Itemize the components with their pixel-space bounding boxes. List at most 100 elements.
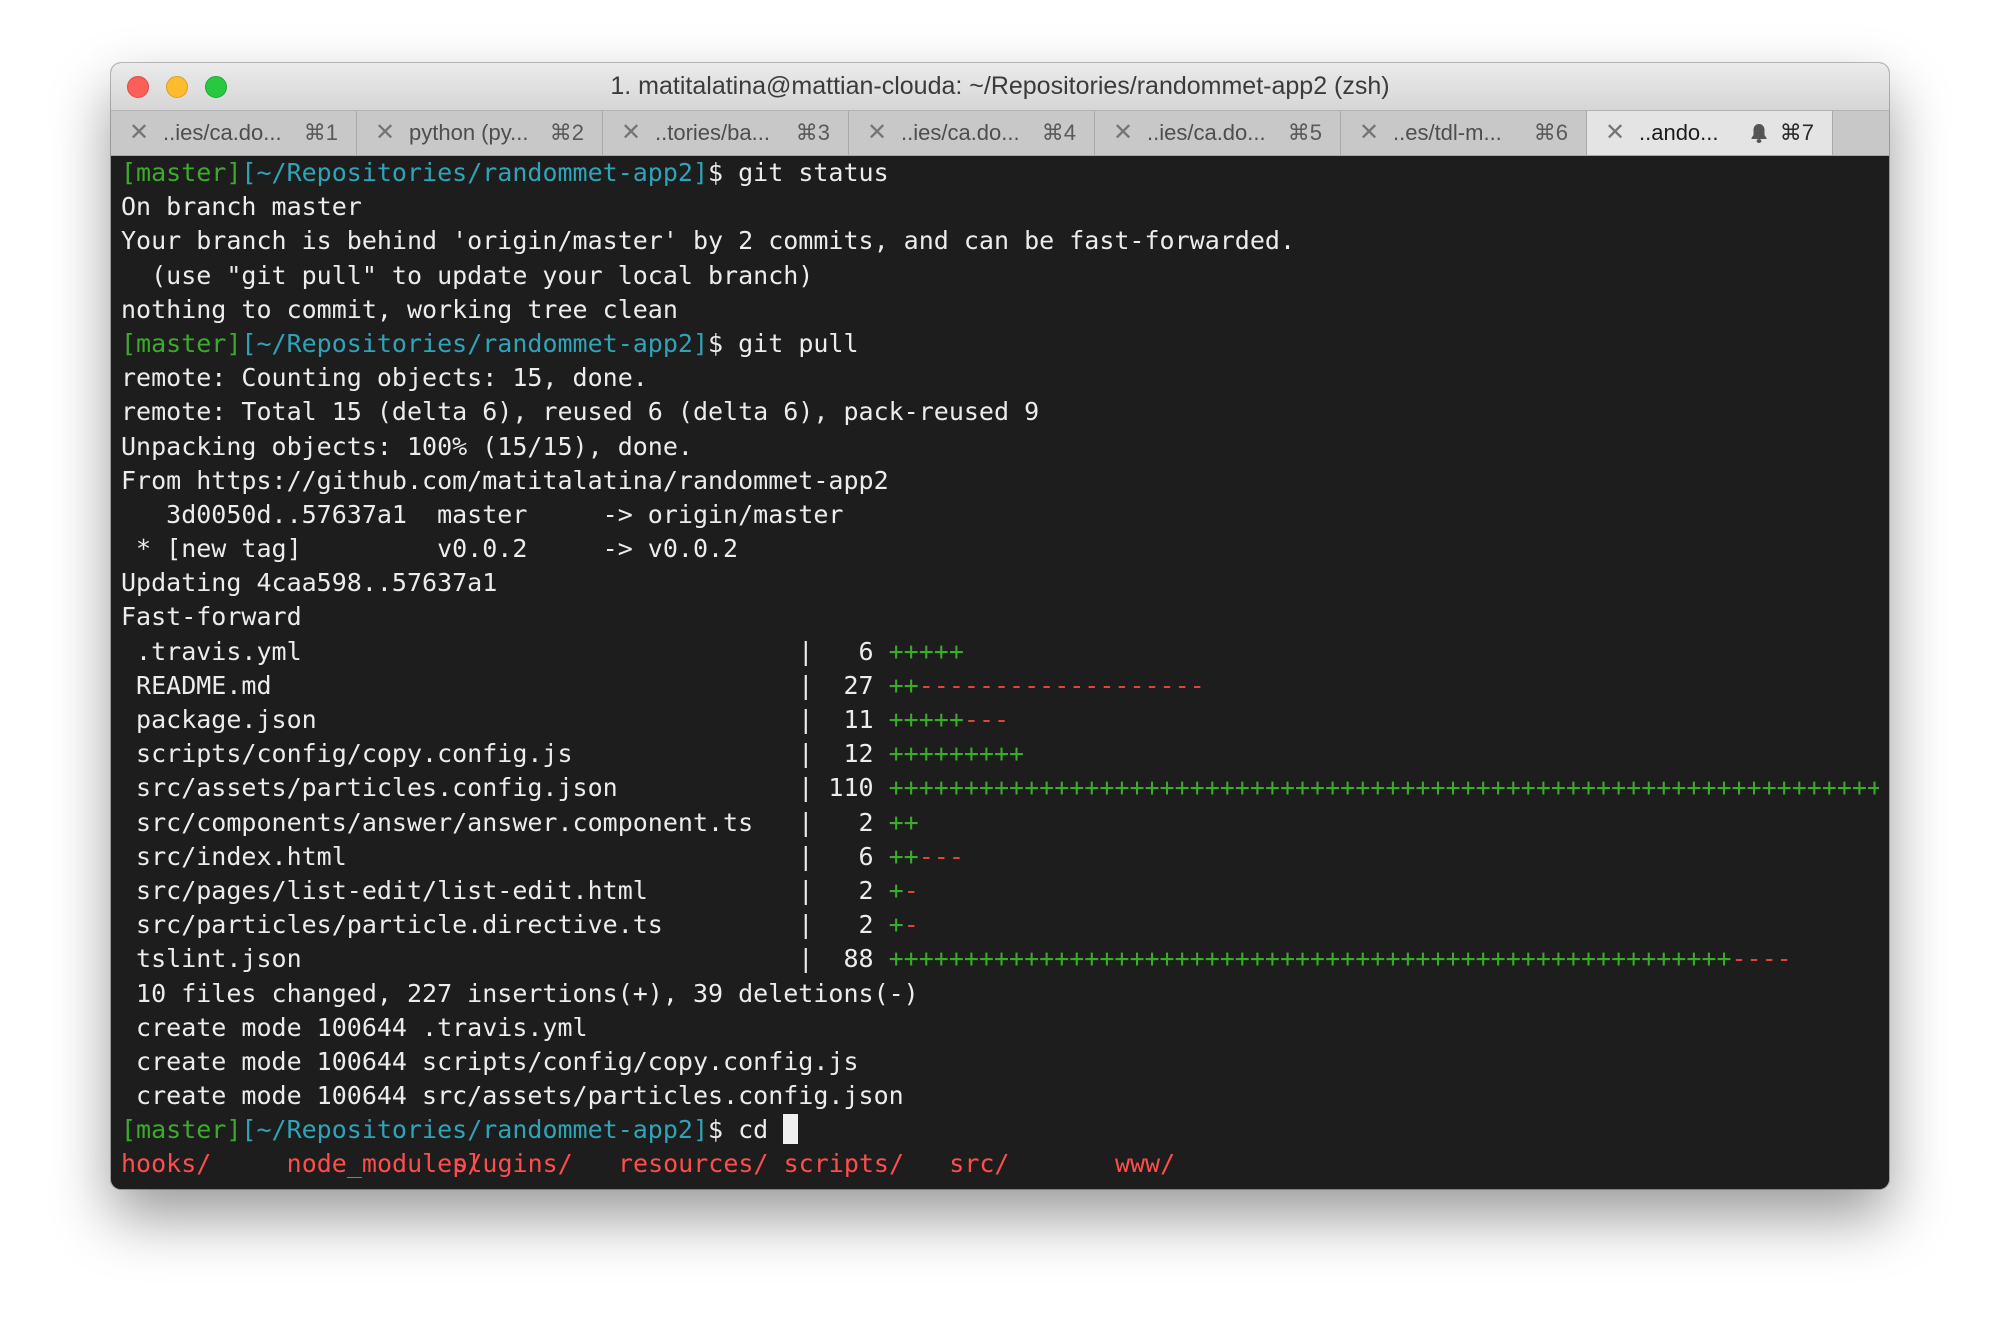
- diffstat-insertions: ++: [888, 841, 919, 871]
- window-title: 1. matitalatina@mattian-clouda: ~/Reposi…: [610, 72, 1390, 100]
- diffstat-row: src/particles/particle.directive.ts | 2 …: [121, 908, 1879, 942]
- diffstat-row: src/pages/list-edit/list-edit.html | 2 +…: [121, 874, 1879, 908]
- close-icon[interactable]: ✕: [1113, 111, 1133, 155]
- tab-6[interactable]: ✕ ..es/tdl-m... ⌘6: [1341, 111, 1587, 155]
- tab-1[interactable]: ✕ ..ies/ca.do... ⌘1: [111, 111, 357, 155]
- tab-shortcut: ⌘5: [1287, 120, 1322, 145]
- diffstat-file: src/particles/particle.directive.ts | 2: [121, 910, 889, 940]
- tab-shortcut: ⌘1: [303, 120, 338, 145]
- tab-3[interactable]: ✕ ..tories/ba... ⌘3: [603, 111, 849, 155]
- close-icon[interactable]: ✕: [1605, 111, 1625, 155]
- prompt-symbol: $: [708, 328, 724, 358]
- diffstat-insertions: +++++: [888, 636, 964, 666]
- summary-line: create mode 100644 .travis.yml: [121, 1012, 588, 1042]
- terminal-output[interactable]: [master][~/Repositories/randommet-app2]$…: [111, 156, 1889, 1189]
- output-line: From https://github.com/matitalatina/ran…: [121, 465, 889, 495]
- completion-dir[interactable]: resources/: [618, 1147, 784, 1181]
- tab-5[interactable]: ✕ ..ies/ca.do... ⌘5: [1095, 111, 1341, 155]
- diffstat-row: src/assets/particles.config.json | 110 +…: [121, 771, 1879, 805]
- close-icon[interactable]: ✕: [375, 111, 395, 155]
- diffstat-deletions: ----: [1731, 944, 1792, 974]
- diffstat-row: tslint.json | 88 +++++++++++++++++++++++…: [121, 942, 1879, 976]
- diffstat-file: scripts/config/copy.config.js | 12: [121, 739, 889, 769]
- diffstat-file: src/components/answer/answer.component.t…: [121, 807, 889, 837]
- prompt-symbol: $: [708, 1115, 724, 1145]
- summary-line: 10 files changed, 227 insertions(+), 39 …: [121, 978, 919, 1008]
- prompt-branch: [master]: [121, 158, 242, 187]
- prompt-line: [master][~/Repositories/randommet-app2]$…: [121, 156, 1879, 190]
- command-text: git status: [723, 158, 889, 187]
- tab-label: ..ies/ca.do...: [901, 120, 1020, 145]
- diffstat-deletions: ---: [963, 705, 1010, 734]
- output-line: Unpacking objects: 100% (15/15), done.: [121, 431, 693, 461]
- output-line: 3d0050d..57637a1 master -> origin/master: [121, 499, 844, 529]
- diffstat-insertions: +++++: [888, 705, 964, 734]
- diffstat-insertions: ++++++++++++++++++++++++++++++++++++++++…: [888, 944, 1732, 974]
- diffstat-row: src/index.html | 6 ++---: [121, 840, 1879, 874]
- diffstat-insertions: +: [888, 875, 904, 905]
- diffstat-row: src/components/answer/answer.component.t…: [121, 806, 1879, 840]
- prompt-path: [~/Repositories/randommet-app2]: [241, 158, 709, 187]
- tab-label: ..es/tdl-m...: [1393, 120, 1502, 145]
- diffstat-row: README.md | 27 ++-------------------: [121, 669, 1879, 703]
- diffstat-file: README.md | 27: [121, 670, 889, 700]
- prompt-line: [master][~/Repositories/randommet-app2]$…: [121, 327, 1879, 361]
- close-icon[interactable]: ✕: [129, 111, 149, 155]
- tab-2[interactable]: ✕ python (py... ⌘2: [357, 111, 603, 155]
- output-line: Your branch is behind 'origin/master' by…: [121, 226, 1295, 256]
- tab-shortcut: ⌘7: [1779, 120, 1814, 145]
- diffstat-deletions: -: [903, 910, 919, 940]
- close-icon[interactable]: ✕: [621, 111, 641, 155]
- summary-line: create mode 100644 src/assets/particles.…: [121, 1081, 904, 1111]
- output-line: (use "git pull" to update your local bra…: [121, 260, 814, 290]
- tab-7[interactable]: ✕ ..ando... ⌘7: [1587, 111, 1833, 155]
- output-line: On branch master: [121, 192, 362, 222]
- diffstat-file: src/assets/particles.config.json | 110: [121, 773, 889, 803]
- tab-shortcut: ⌘4: [1041, 120, 1076, 145]
- tab-label: ..ies/ca.do...: [163, 120, 282, 145]
- diffstat-row: .travis.yml | 6 +++++: [121, 635, 1879, 669]
- output-line: remote: Counting objects: 15, done.: [121, 363, 648, 393]
- diffstat-deletions: -------------------: [918, 670, 1205, 700]
- completion-dir[interactable]: www/: [1115, 1147, 1281, 1181]
- output-line: Updating 4caa598..57637a1: [121, 568, 498, 598]
- completion-dir[interactable]: src/: [949, 1147, 1115, 1181]
- diffstat-file: .travis.yml | 6: [121, 636, 889, 666]
- output-line: nothing to commit, working tree clean: [121, 294, 678, 324]
- output-line: remote: Total 15 (delta 6), reused 6 (de…: [121, 397, 1040, 427]
- output-line: * [new tag] v0.0.2 -> v0.0.2: [121, 534, 739, 564]
- diffstat-insertions: ++++++++++++++++++++++++++++++++++++++++…: [888, 773, 1879, 803]
- completion-list: hooks/node_modules/plugins/resources/scr…: [121, 1147, 1879, 1181]
- tab-label: ..ando...: [1639, 120, 1719, 145]
- diffstat-deletions: -: [903, 875, 919, 905]
- command-text: git pull: [723, 328, 859, 358]
- command-text: cd: [723, 1115, 784, 1145]
- tab-4[interactable]: ✕ ..ies/ca.do... ⌘4: [849, 111, 1095, 155]
- diffstat-file: src/pages/list-edit/list-edit.html | 2: [121, 875, 889, 905]
- title-bar[interactable]: 1. matitalatina@mattian-clouda: ~/Reposi…: [111, 63, 1889, 110]
- close-icon[interactable]: ✕: [867, 111, 887, 155]
- tab-bar: ✕ ..ies/ca.do... ⌘1 ✕ python (py... ⌘2 ✕ ..tori…: [111, 110, 1889, 156]
- output-line: Fast-forward: [121, 602, 302, 632]
- tab-shortcut: ⌘3: [795, 120, 830, 145]
- prompt-branch: [master]: [121, 1115, 242, 1145]
- prompt-path: [~/Repositories/randommet-app2]: [241, 328, 709, 358]
- diffstat-file: package.json | 11: [121, 705, 889, 734]
- diffstat-row: package.json | 11 +++++---: [121, 703, 1879, 737]
- completion-dir[interactable]: node_modules/: [287, 1147, 483, 1181]
- completion-dir[interactable]: hooks/: [121, 1147, 287, 1181]
- terminal-window: 1. matitalatina@mattian-clouda: ~/Reposi…: [111, 63, 1889, 1189]
- tab-shortcut: ⌘6: [1533, 120, 1568, 145]
- prompt-symbol: $: [708, 158, 724, 187]
- summary-line: create mode 100644 scripts/config/copy.c…: [121, 1046, 859, 1076]
- diffstat-deletions: ---: [918, 841, 964, 871]
- prompt-path: [~/Repositories/randommet-app2]: [241, 1115, 709, 1145]
- cursor: [783, 1114, 799, 1145]
- tab-label: python (py...: [409, 120, 529, 145]
- completion-dir[interactable]: plugins/: [452, 1147, 618, 1181]
- diffstat-file: tslint.json | 88: [121, 944, 889, 974]
- completion-dir[interactable]: scripts/: [784, 1147, 950, 1181]
- diffstat-file: src/index.html | 6: [121, 841, 889, 871]
- close-icon[interactable]: ✕: [1359, 111, 1379, 155]
- diffstat-insertions: +++++++++: [888, 739, 1025, 769]
